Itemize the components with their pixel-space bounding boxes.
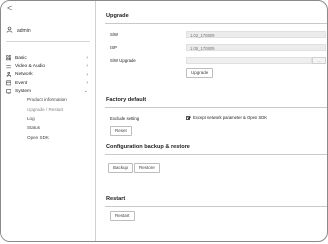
isp-version-field: 1.05_170809 (186, 44, 326, 51)
config-section-title: Configuration backup & restore (106, 144, 190, 150)
submenu-item-log[interactable]: Log (5, 114, 92, 123)
upgrade-section-title: Upgrade (106, 13, 129, 19)
user-icon (6, 26, 13, 35)
chevron-right-icon: › (86, 71, 88, 78)
sidebar-item-label: Network (15, 72, 33, 78)
restart-button[interactable]: Restart (110, 211, 135, 221)
restart-section-title: Restart (106, 196, 126, 202)
sidebar-item-event[interactable]: Event › (5, 79, 92, 87)
calendar-icon (5, 80, 12, 86)
chevron-right-icon: › (86, 63, 88, 70)
submenu-item-status[interactable]: Status (5, 123, 92, 132)
checkbox-checked-icon[interactable] (186, 115, 190, 120)
submenu-item-upgrade-restart[interactable]: Upgrade / Restart (5, 105, 92, 114)
sidebar-item-system[interactable]: System ⌄ (5, 87, 92, 95)
divider (6, 41, 90, 42)
chevron-down-icon: ⌄ (83, 88, 88, 95)
restore-button[interactable]: Restore (134, 163, 160, 173)
section-divider (105, 107, 327, 108)
network-icon (5, 71, 12, 78)
submenu-item-product-information[interactable]: Product information (5, 95, 92, 104)
upgrade-button[interactable]: Upgrade (186, 68, 214, 78)
app-window: < admin Basic › Video & Audio › Network … (0, 0, 328, 242)
section-divider (105, 154, 327, 155)
browse-button[interactable]: ... (312, 57, 326, 64)
sidebar: < admin Basic › Video & Audio › Network … (1, 1, 96, 241)
sidebar-item-label: Basic (15, 55, 27, 61)
submenu-item-open-sdk[interactable]: Open SDK (5, 133, 92, 142)
monitor-icon (5, 88, 12, 95)
chevron-right-icon: › (86, 80, 88, 87)
reset-button[interactable]: Reset (110, 126, 132, 136)
sw-upgrade-label: S/W Upgrade (110, 58, 136, 63)
exclude-setting-label: Exclude setting (110, 116, 140, 121)
section-divider (105, 23, 327, 24)
sidebar-item-basic[interactable]: Basic › (5, 54, 92, 62)
backup-button[interactable]: Backup (108, 163, 134, 173)
sidebar-item-video-audio[interactable]: Video & Audio › (5, 62, 92, 70)
chevron-right-icon: › (86, 55, 88, 62)
grid-icon (5, 55, 12, 61)
sidebar-item-label: Event (15, 80, 28, 86)
back-icon[interactable]: < (7, 3, 12, 13)
sidebar-item-label: Video & Audio (15, 63, 46, 69)
checkbox-label: Except network parameter & Open SDK (193, 115, 268, 120)
user-name: admin (17, 27, 31, 34)
lines-icon (5, 64, 12, 70)
exclude-network-checkbox[interactable]: Except network parameter & Open SDK (186, 115, 267, 120)
sidebar-menu: Basic › Video & Audio › Network › Event … (5, 54, 92, 142)
user-info: admin (6, 26, 31, 35)
isp-label: ISP (110, 45, 117, 50)
sw-upgrade-file-input[interactable] (186, 57, 312, 64)
sidebar-item-network[interactable]: Network › (5, 71, 92, 79)
factory-default-section-title: Factory default (106, 97, 147, 103)
section-divider (105, 206, 327, 207)
sw-version-field: 1.02_170809 (186, 31, 326, 38)
sidebar-item-label: System (15, 88, 31, 94)
sw-label: S/W (110, 32, 119, 37)
main-content: Upgrade S/W 1.02_170809 ISP 1.05_170809 … (102, 1, 327, 241)
